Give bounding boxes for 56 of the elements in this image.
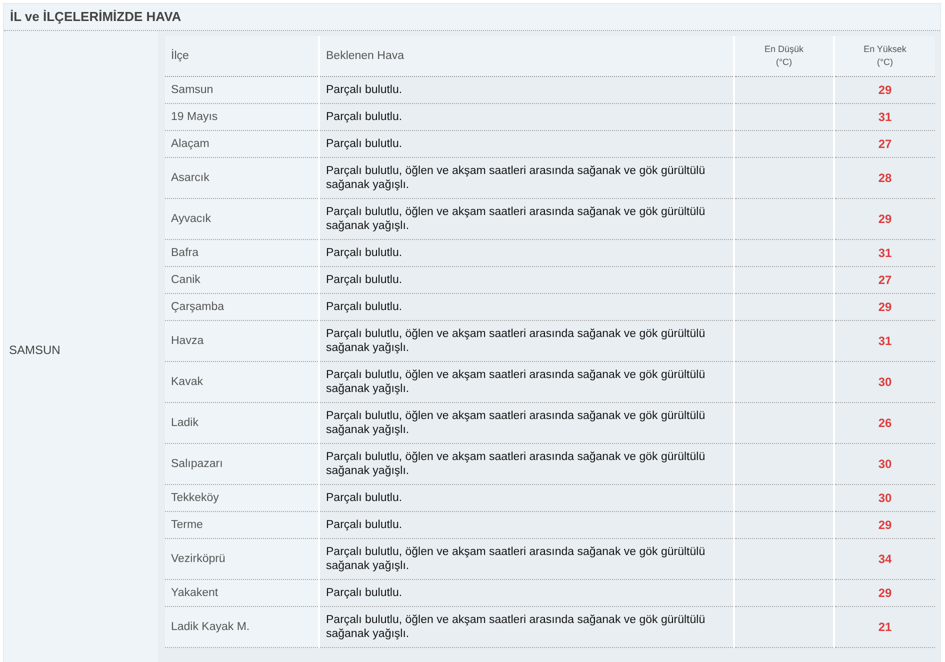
forecast-cell: Parçalı bulutlu. [319, 130, 734, 158]
district-cell: Asarcık [165, 158, 319, 198]
forecast-cell: Parçalı bulutlu. [319, 484, 734, 512]
forecast-cell: Parçalı bulutlu. [319, 266, 734, 294]
forecast-cell: Parçalı bulutlu, öğlen ve akşam saatleri arasında sağanak ve gök gürültülü sağanak yağışlı. [319, 198, 734, 240]
district-cell: Alaçam [165, 130, 319, 158]
forecast-cell: Parçalı bulutlu. [319, 240, 734, 266]
forecast-cell: Parçalı bulutlu, öğlen ve akşam saatleri arasında sağanak ve gök gürültülü sağanak yağışlı. [319, 320, 734, 362]
high-temp-cell: 21 [834, 606, 935, 648]
high-temp-cell: 30 [834, 484, 935, 512]
high-temp-cell: 27 [834, 266, 935, 294]
province-name: SAMSUN [8, 342, 60, 356]
district-cell: Bafra [165, 240, 319, 266]
forecast-cell: Parçalı bulutlu, öğlen ve akşam saatleri arasında sağanak ve gök gürültülü sağanak yağışlı. [319, 362, 734, 402]
high-temp-cell: 31 [834, 240, 935, 266]
high-temp-cell: 27 [834, 130, 935, 158]
high-temp-cell: 29 [834, 76, 935, 104]
high-temp-cell: 29 [834, 512, 935, 538]
forecast-cell: Parçalı bulutlu, öğlen ve akşam saatleri arasında sağanak ve gök gürültülü sağanak yağışlı. [319, 606, 734, 648]
column-header: En Yüksek (°C) [834, 36, 935, 76]
column-header: Beklenen Hava [319, 36, 734, 76]
district-cell: Ladik [165, 402, 319, 444]
district-cell: Yakakent [165, 580, 319, 606]
column-header: En Düşük (°C) [734, 36, 834, 76]
district-cell: Ladik Kayak M. [165, 606, 319, 648]
district-cell: Terme [165, 512, 319, 538]
high-temp-cell: 34 [834, 538, 935, 580]
high-temp-cell: 29 [834, 198, 935, 240]
forecast-cell: Parçalı bulutlu. [319, 512, 734, 538]
forecast-cell: Parçalı bulutlu. [319, 104, 734, 130]
forecast-cell: Parçalı bulutlu, öğlen ve akşam saatleri arasında sağanak ve gök gürültülü sağanak yağışlı. [319, 402, 734, 444]
district-cell: Ayvacık [165, 198, 319, 240]
high-temp-cell: 29 [834, 294, 935, 320]
district-cell: Canik [165, 266, 319, 294]
high-temp-cell: 31 [834, 104, 935, 130]
district-cell: Samsun [165, 76, 319, 104]
high-temp-cell: 28 [834, 158, 935, 198]
district-cell: Salıpazarı [165, 444, 319, 484]
district-cell: Tekkeköy [165, 484, 319, 512]
high-temp-cell: 31 [834, 320, 935, 362]
district-cell: Kavak [165, 362, 319, 402]
district-cell: 19 Mayıs [165, 104, 319, 130]
forecast-cell: Parçalı bulutlu, öğlen ve akşam saatleri arasında sağanak ve gök gürültülü sağanak yağışlı. [319, 444, 734, 484]
forecast-cell: Parçalı bulutlu, öğlen ve akşam saatleri arasında sağanak ve gök gürültülü sağanak yağışlı. [319, 158, 734, 198]
high-temp-cell: 30 [834, 362, 935, 402]
high-temp-cell: 26 [834, 402, 935, 444]
high-temp-cell: 29 [834, 580, 935, 606]
forecast-cell: Parçalı bulutlu. [319, 76, 734, 104]
forecast-cell: Parçalı bulutlu. [319, 580, 734, 606]
district-cell: Çarşamba [165, 294, 319, 320]
district-cell: Havza [165, 320, 319, 362]
high-temp-cell: 30 [834, 444, 935, 484]
forecast-cell: Parçalı bulutlu, öğlen ve akşam saatleri arasında sağanak ve gök gürültülü sağanak yağışlı. [319, 538, 734, 580]
forecast-cell: Parçalı bulutlu. [319, 294, 734, 320]
column-header: İlçe [165, 36, 319, 76]
district-cell: Vezirköprü [165, 538, 319, 580]
